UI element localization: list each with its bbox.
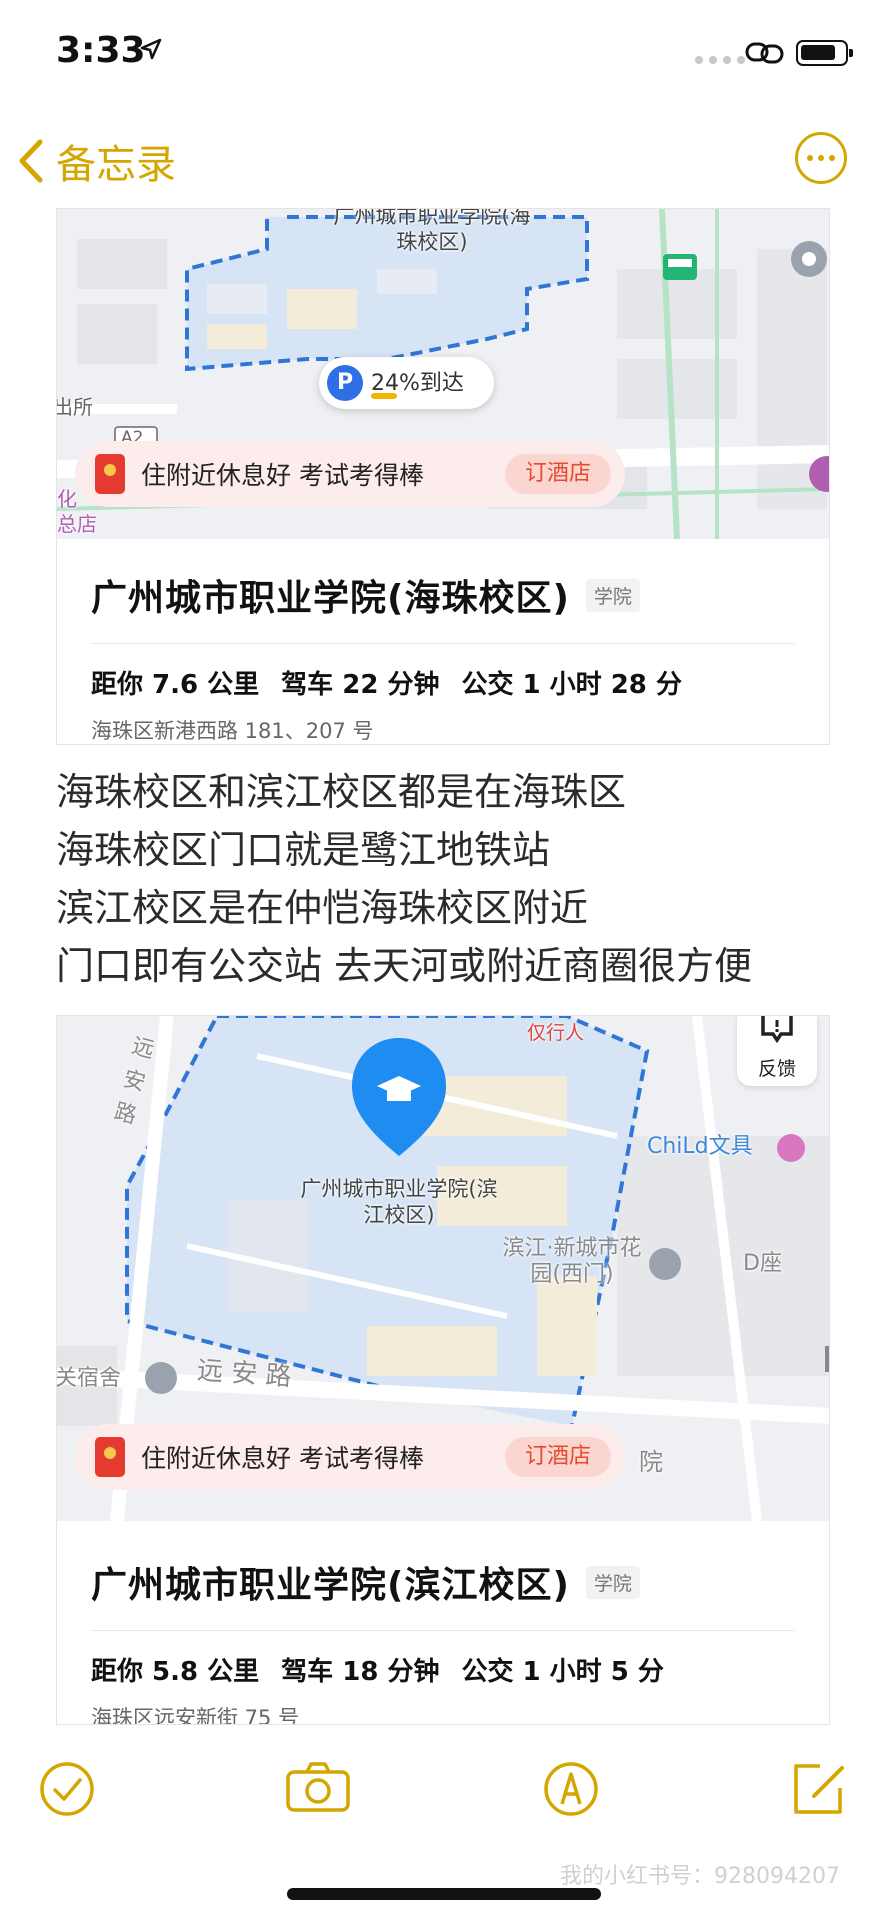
ad-text: 住附近休息好 考试考得棒 [141, 1444, 424, 1473]
markup-icon[interactable] [542, 1760, 600, 1818]
hotel-ad-banner[interactable]: 住附近休息好 考试考得棒 订酒店 [75, 1424, 625, 1490]
poi-info-binjiang[interactable]: 广州城市职业学院(滨江校区) 学院 距你 5.8 公里 驾车 18 分钟 公交 … [57, 1521, 829, 1725]
feedback-icon [761, 1016, 793, 1044]
status-time: 3:33 [56, 30, 146, 71]
divider [91, 643, 795, 644]
watermark-text: 我的小红书号：928094207 [560, 1864, 840, 1889]
link-icon [745, 42, 784, 64]
parking-icon: P [327, 365, 363, 401]
parking-indicator[interactable]: P 24%到达 [319, 357, 494, 409]
poi-address: 海珠区远安新街 75 号 [91, 1706, 300, 1725]
hotel-ad-banner[interactable]: 住附近休息好 考试考得棒 订酒店 [75, 441, 625, 507]
battery-icon [796, 40, 853, 66]
bus-time: 公交 1 小时 5 分 [461, 1657, 664, 1687]
location-arrow-icon [140, 38, 162, 60]
map-haizhu[interactable]: 广州城市职业学院(海珠校区) 出所 A2 化 总店 P 24%到达 住附近休息好… [57, 209, 829, 539]
feedback-label: 反馈 [757, 1058, 796, 1080]
note-line: 门口即有公交站 去天河或附近商圈很方便 [56, 944, 753, 988]
signal-icon [695, 56, 745, 64]
book-hotel-button[interactable]: 订酒店 [505, 454, 611, 494]
map-label-school-right: 院 [639, 1448, 663, 1476]
bus-time: 公交 1 小时 28 分 [461, 670, 682, 700]
poi-distance-row: 距你 5.8 公里 驾车 18 分钟 公交 1 小时 5 分 [91, 1651, 795, 1688]
red-envelope-icon [95, 454, 125, 494]
map-label-dorm: 关宿舍 [57, 1366, 122, 1391]
nav-bar: 备忘录 [0, 110, 887, 200]
poi-info-haizhu[interactable]: 广州城市职业学院(海珠校区) 学院 距你 7.6 公里 驾车 22 分钟 公交 … [57, 539, 829, 744]
book-hotel-button[interactable]: 订酒店 [505, 1437, 611, 1477]
map-label-left-a: 出所 [57, 395, 93, 419]
map-binjiang[interactable]: 广州城市职业学院(滨江校区) 远安路 远 安 路 仅行人 ChiLd文具 滨江·… [57, 1016, 829, 1521]
note-line: 海珠校区和滨江校区都是在海珠区 [56, 770, 627, 814]
poi-title: 广州城市职业学院(海珠校区) [91, 578, 570, 619]
poi-tag: 学院 [585, 1565, 640, 1599]
map-label-garden: 滨江·新城市花园(西门) [502, 1236, 642, 1287]
map-card-haizhu[interactable]: 广州城市职业学院(海珠校区) 出所 A2 化 总店 P 24%到达 住附近休息好… [56, 208, 830, 745]
parking-progress [371, 393, 397, 399]
map-label-store: ChiLd文具 [647, 1134, 753, 1159]
bottom-toolbar [0, 1750, 887, 1850]
map-label-left-c: 总店 [57, 512, 97, 536]
compose-icon[interactable] [790, 1760, 850, 1818]
home-indicator [287, 1888, 601, 1900]
poi-distance-row: 距你 7.6 公里 驾车 22 分钟 公交 1 小时 28 分 [91, 664, 795, 701]
map-label-campus: 广州城市职业学院(海珠校区) [333, 209, 531, 254]
note-line: 滨江校区是在仲恺海珠校区附近 [56, 886, 589, 930]
status-bar: 3:33 [0, 0, 887, 100]
distance-text: 距你 7.6 公里 [91, 670, 260, 700]
poi-address: 海珠区新港西路 181、207 号 [91, 719, 374, 743]
note-line: 海珠校区门口就是鹭江地铁站 [56, 828, 551, 872]
checklist-icon[interactable] [38, 1760, 96, 1818]
map-label-campus: 广州城市职业学院(滨江校区) [300, 1177, 498, 1227]
red-envelope-icon [95, 1437, 125, 1477]
feedback-button[interactable]: 反馈 [737, 1016, 817, 1086]
poi-title: 广州城市职业学院(滨江校区) [91, 1565, 570, 1606]
back-button[interactable]: 备忘录 [18, 132, 176, 190]
map-label-left-b: 化 [57, 487, 77, 511]
map-label-road-bottom: 远 安 路 [196, 1355, 293, 1393]
map-label-pedestrian: 仅行人 [527, 1022, 585, 1044]
chevron-left-icon [19, 139, 43, 183]
map-label-d-seat: D座 [743, 1251, 782, 1276]
map-card-binjiang[interactable]: 广州城市职业学院(滨江校区) 远安路 远 安 路 仅行人 ChiLd文具 滨江·… [56, 1015, 830, 1725]
more-icon[interactable] [795, 132, 847, 184]
back-label: 备忘录 [56, 142, 176, 188]
camera-icon[interactable] [285, 1760, 351, 1814]
note-body[interactable]: 海珠校区和滨江校区都是在海珠区 海珠校区门口就是鹭江地铁站 滨江校区是在仲恺海珠… [56, 763, 856, 995]
drive-time: 驾车 22 分钟 [281, 670, 440, 700]
poi-tag: 学院 [585, 578, 640, 612]
distance-text: 距你 5.8 公里 [91, 1657, 260, 1687]
divider [91, 1630, 795, 1631]
ad-text: 住附近休息好 考试考得棒 [141, 461, 424, 490]
drive-time: 驾车 18 分钟 [281, 1657, 440, 1687]
